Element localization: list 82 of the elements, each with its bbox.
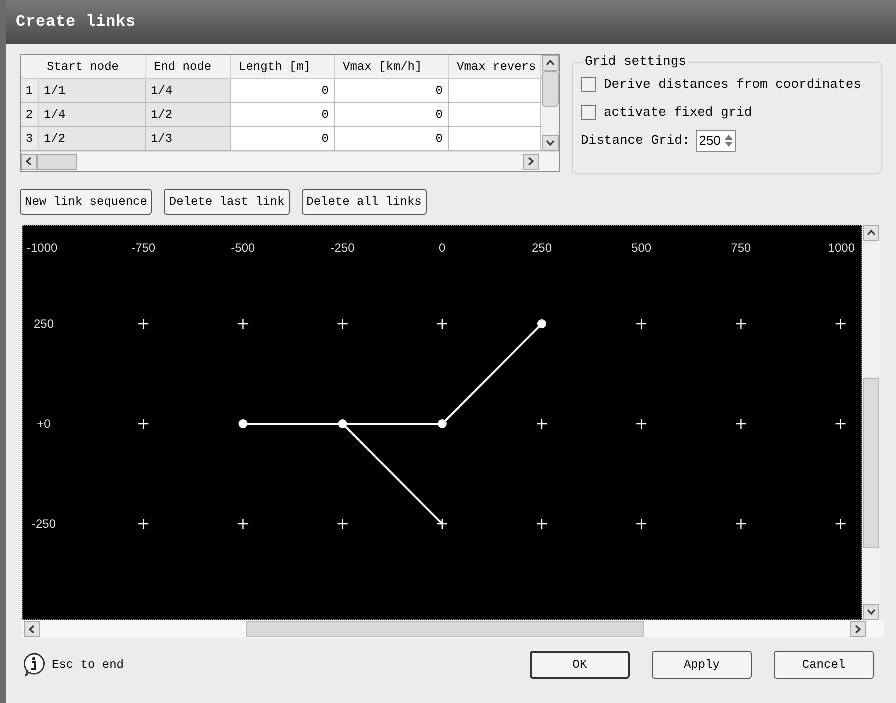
- axis-label: 0: [439, 241, 446, 255]
- table-cell: 1/2: [39, 127, 146, 150]
- scroll-thumb[interactable]: [863, 378, 880, 548]
- row-number[interactable]: 1: [21, 79, 39, 102]
- grid-cross-icon: [636, 518, 648, 530]
- grid-cross-icon: [636, 318, 648, 330]
- grid-cross-icon: [835, 418, 846, 430]
- axis-label: -250: [330, 241, 355, 255]
- grid-cross-icon: [736, 418, 747, 430]
- axis-label: -750: [132, 241, 156, 255]
- window-title: Create links: [16, 12, 136, 33]
- scroll-down-icon[interactable]: [542, 135, 559, 151]
- action-button[interactable]: Delete all links: [302, 189, 427, 215]
- dialog-button[interactable]: Cancel: [774, 651, 874, 679]
- scroll-down-icon[interactable]: [863, 604, 880, 620]
- group-title: Grid settings: [583, 54, 688, 70]
- dialog-button[interactable]: Apply: [652, 651, 752, 679]
- node-dot: [538, 320, 546, 328]
- grid-cross-icon: [536, 518, 548, 530]
- checkbox-option[interactable]: Derive distances from coordinates: [581, 75, 873, 94]
- action-button[interactable]: New link sequence: [20, 189, 152, 215]
- node-dot: [238, 420, 248, 428]
- scroll-thumb[interactable]: [37, 154, 77, 170]
- axis-label: 1000: [828, 241, 855, 255]
- scroll-left-icon[interactable]: [21, 154, 37, 170]
- vertical-scrollbar[interactable]: [862, 225, 880, 620]
- table-cell: 1/4: [39, 103, 146, 126]
- column-header[interactable]: Length [m]: [231, 55, 335, 78]
- grid-cross-icon: [835, 318, 846, 330]
- column-header[interactable]: Vmax [km/h]: [335, 55, 449, 78]
- axis-label: +0: [37, 417, 51, 431]
- grid-cross-icon: [238, 518, 249, 530]
- network-canvas[interactable]: -1000 -750 -500 -250 0 250 500 750 1000 250 +0 -250: [22, 225, 862, 620]
- row-number[interactable]: 3: [21, 127, 39, 150]
- axis-label: -500: [231, 241, 256, 255]
- scroll-left-icon[interactable]: [24, 621, 40, 637]
- grid-cross-icon: [636, 418, 648, 430]
- table-cell: 1/1: [39, 79, 146, 102]
- column-header[interactable]: Start node: [39, 55, 146, 78]
- dialog-button[interactable]: OK: [530, 651, 630, 679]
- row-number[interactable]: 2: [21, 103, 39, 126]
- node-dot: [438, 420, 447, 428]
- axis-label: 250: [34, 317, 54, 331]
- node-dot: [338, 420, 348, 428]
- column-header[interactable]: End node: [146, 55, 231, 78]
- table-cell: 1/2: [146, 103, 231, 126]
- scroll-right-icon[interactable]: [523, 154, 539, 170]
- table-cell: 1/4: [146, 79, 231, 102]
- grid-cross-icon: [436, 518, 448, 530]
- horizontal-scrollbar[interactable]: [22, 620, 884, 638]
- table-cell: 1/3: [146, 127, 231, 150]
- axis-label: -250: [32, 517, 56, 531]
- grid-cross-icon: [337, 518, 348, 530]
- info-icon: [22, 652, 46, 678]
- distance-grid-label: Distance Grid:: [581, 132, 690, 150]
- grid-cross-icon: [736, 518, 747, 530]
- grid-cross-icon: [736, 318, 747, 330]
- column-header[interactable]: Vmax revers: [449, 55, 541, 78]
- scroll-up-icon[interactable]: [542, 55, 559, 71]
- grid-cross-icon: [835, 518, 846, 530]
- scroll-right-icon[interactable]: [850, 621, 866, 637]
- grid-cross-icon: [337, 318, 348, 330]
- axis-label: 500: [632, 241, 652, 255]
- grid-cross-icon: [138, 318, 150, 330]
- spin-arrows-icon[interactable]: [724, 134, 733, 148]
- scroll-thumb[interactable]: [246, 621, 644, 637]
- checkbox-option[interactable]: activate fixed grid: [581, 102, 873, 122]
- scroll-thumb[interactable]: [542, 71, 559, 107]
- distance-grid-spinbox[interactable]: 250: [696, 130, 736, 152]
- grid-cross-icon: [536, 418, 548, 430]
- scroll-up-icon[interactable]: [863, 225, 880, 241]
- grid-cross-icon: [238, 318, 249, 330]
- vertical-scrollbar[interactable]: [542, 55, 559, 151]
- hint-text: Esc to end: [52, 657, 124, 674]
- axis-label: 750: [731, 241, 752, 255]
- horizontal-scrollbar[interactable]: [21, 151, 559, 171]
- grid-cross-icon: [138, 418, 150, 430]
- grid-cross-icon: [436, 318, 448, 330]
- axis-label: 250: [532, 241, 552, 255]
- grid-cross-icon: [138, 518, 150, 530]
- axis-label: -1000: [27, 241, 58, 255]
- action-button[interactable]: Delete last link: [164, 189, 290, 215]
